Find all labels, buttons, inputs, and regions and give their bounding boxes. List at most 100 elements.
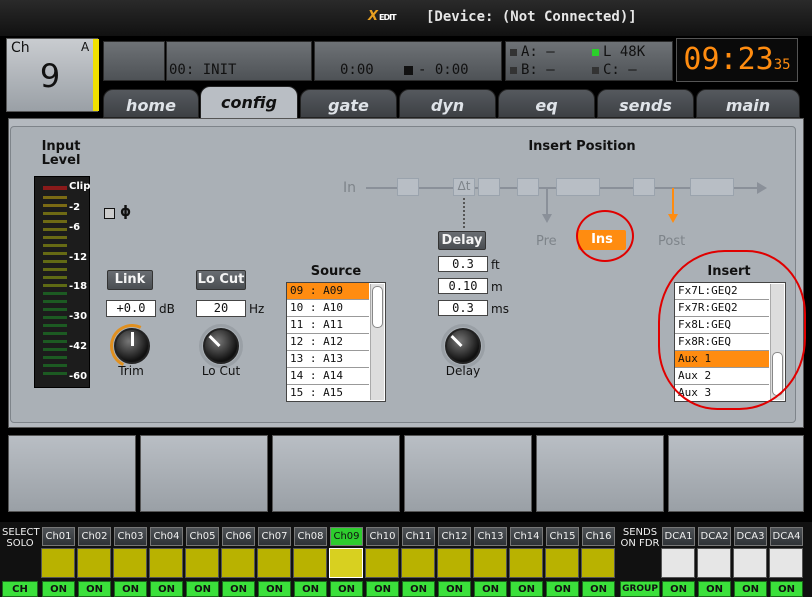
dca-on-button[interactable]: ON <box>734 581 767 597</box>
dca-fader-icon <box>697 548 731 578</box>
meter-seg <box>43 252 67 255</box>
channel-button-ch12[interactable]: Ch12 <box>438 527 471 546</box>
source-item[interactable]: 11 : A11 <box>287 317 369 334</box>
channel-indicator[interactable]: Ch A 9 <box>6 38 99 112</box>
on-button[interactable]: ON <box>294 581 327 597</box>
channel-button-ch11[interactable]: Ch11 <box>402 527 435 546</box>
meter-seg <box>43 212 67 215</box>
scribble-pad[interactable] <box>272 435 400 512</box>
link-button[interactable]: Link <box>107 270 153 290</box>
source-scrollbar[interactable] <box>370 284 384 400</box>
delay-block-icon: Δt <box>453 178 475 196</box>
channel-color-strip <box>365 548 399 578</box>
scribble-pad[interactable] <box>404 435 532 512</box>
dca-fader-icon <box>733 548 767 578</box>
on-button[interactable]: ON <box>150 581 183 597</box>
post-label[interactable]: Post <box>658 234 685 249</box>
input-block-icon <box>397 178 419 196</box>
channel-button-ch02[interactable]: Ch02 <box>78 527 111 546</box>
on-button[interactable]: ON <box>438 581 471 597</box>
on-button[interactable]: ON <box>330 581 363 597</box>
on-button[interactable]: ON <box>366 581 399 597</box>
delay-m-unit: m <box>491 280 503 294</box>
signal-arrow-icon <box>757 182 767 194</box>
on-button[interactable]: ON <box>402 581 435 597</box>
on-button[interactable]: ON <box>114 581 147 597</box>
on-button[interactable]: ON <box>222 581 255 597</box>
tab-sends[interactable]: sends <box>597 89 694 118</box>
tab-config[interactable]: config <box>200 86 298 120</box>
stop-icon[interactable] <box>404 66 413 75</box>
locut-value-field[interactable]: 20 <box>196 300 246 317</box>
channel-button-ch16[interactable]: Ch16 <box>582 527 615 546</box>
pre-label[interactable]: Pre <box>536 234 557 249</box>
channel-button-ch10[interactable]: Ch10 <box>366 527 399 546</box>
tab-main[interactable]: main <box>696 89 800 118</box>
channel-color-strip <box>437 548 471 578</box>
dca-on-button[interactable]: ON <box>770 581 803 597</box>
source-item[interactable]: 12 : A12 <box>287 334 369 351</box>
tab-gate[interactable]: gate <box>300 89 397 118</box>
on-button[interactable]: ON <box>78 581 111 597</box>
locut-knob[interactable] <box>203 328 239 364</box>
on-button[interactable]: ON <box>42 581 75 597</box>
tab-home[interactable]: home <box>103 89 199 118</box>
on-button[interactable]: ON <box>258 581 291 597</box>
source-item-selected[interactable]: 09 : A09 <box>287 283 369 300</box>
channel-button-ch09[interactable]: Ch09 <box>330 527 363 546</box>
channel-color-strip <box>293 548 327 578</box>
channel-color-strip <box>149 548 183 578</box>
tab-dyn[interactable]: dyn <box>399 89 496 118</box>
on-button[interactable]: ON <box>582 581 615 597</box>
channel-button-ch13[interactable]: Ch13 <box>474 527 507 546</box>
channel-button-ch15[interactable]: Ch15 <box>546 527 579 546</box>
dca-button-3[interactable]: DCA3 <box>734 527 767 546</box>
delay-knob[interactable] <box>445 328 481 364</box>
scribble-pad[interactable] <box>140 435 268 512</box>
on-button[interactable]: ON <box>510 581 543 597</box>
delay-ft-field[interactable]: 0.3 <box>438 256 488 272</box>
on-button[interactable]: ON <box>546 581 579 597</box>
dca-button-4[interactable]: DCA4 <box>770 527 803 546</box>
channel-button-ch01[interactable]: Ch01 <box>42 527 75 546</box>
trim-value-field[interactable]: +0.0 <box>106 300 156 317</box>
source-scroll-thumb[interactable] <box>372 286 383 328</box>
source-item[interactable]: 13 : A13 <box>287 351 369 368</box>
channel-button-ch06[interactable]: Ch06 <box>222 527 255 546</box>
dca-on-button[interactable]: ON <box>662 581 695 597</box>
dca-on-button[interactable]: ON <box>698 581 731 597</box>
meter-tick: -42 <box>69 341 88 352</box>
delay-button[interactable]: Delay <box>438 231 486 250</box>
source-item[interactable]: 10 : A10 <box>287 300 369 317</box>
source-item[interactable]: 15 : A15 <box>287 385 369 401</box>
scribble-pad[interactable] <box>536 435 664 512</box>
annotation-circle-insert <box>658 250 806 410</box>
locut-button[interactable]: Lo Cut <box>196 270 246 290</box>
on-button[interactable]: ON <box>474 581 507 597</box>
scribble-pad[interactable] <box>8 435 136 512</box>
scribble-pad[interactable] <box>668 435 804 512</box>
meter-tick: -12 <box>69 252 88 263</box>
ch-mode-button[interactable]: CH <box>2 581 38 597</box>
channel-name-area[interactable] <box>103 41 165 81</box>
group-button[interactable]: GROUP <box>620 581 660 597</box>
dca-fader-icon <box>661 548 695 578</box>
dca-button-1[interactable]: DCA1 <box>662 527 695 546</box>
channel-button-ch04[interactable]: Ch04 <box>150 527 183 546</box>
delay-ms-field[interactable]: 0.3 <box>438 300 488 316</box>
channel-button-ch08[interactable]: Ch08 <box>294 527 327 546</box>
channel-button-ch07[interactable]: Ch07 <box>258 527 291 546</box>
source-item[interactable]: 14 : A14 <box>287 368 369 385</box>
on-button[interactable]: ON <box>186 581 219 597</box>
dca-button-2[interactable]: DCA2 <box>698 527 731 546</box>
trim-unit: dB <box>159 302 175 316</box>
channel-button-ch14[interactable]: Ch14 <box>510 527 543 546</box>
channel-button-ch05[interactable]: Ch05 <box>186 527 219 546</box>
tab-eq[interactable]: eq <box>498 89 595 118</box>
status-dot-icon <box>510 48 517 56</box>
channel-color-strip <box>329 548 363 578</box>
source-list[interactable]: 09 : A09 10 : A10 11 : A11 12 : A12 13 :… <box>286 282 386 402</box>
channel-button-ch03[interactable]: Ch03 <box>114 527 147 546</box>
delay-m-field[interactable]: 0.10 <box>438 278 488 294</box>
phase-checkbox[interactable] <box>104 208 115 219</box>
